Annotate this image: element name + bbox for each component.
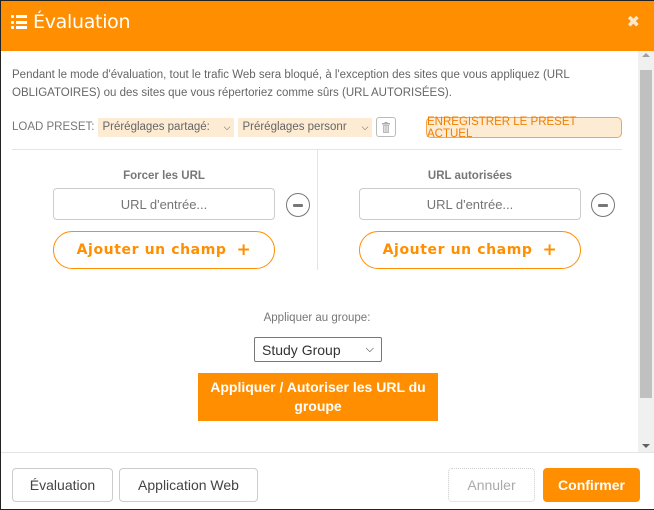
modal-footer: Évaluation Application Web Annuler Confi… (1, 452, 654, 509)
load-preset-label: LOAD PRESET: (12, 121, 95, 133)
cancel-button[interactable]: Annuler (448, 468, 535, 502)
group-select[interactable]: Study Group ⌵ (254, 337, 382, 362)
intro-text: Pendant le mode d'évaluation, tout le tr… (12, 69, 570, 99)
shared-presets-select[interactable]: Préréglages partagé: ⌵ (98, 117, 235, 137)
list-icon (11, 15, 27, 29)
confirm-button[interactable]: Confirmer (543, 468, 640, 502)
add-allowed-url-field-button[interactable]: Ajouter un champ + (359, 231, 581, 269)
force-urls-title: Forcer les URL (123, 170, 205, 182)
force-url-input[interactable] (53, 188, 275, 220)
group-select-value: Study Group (262, 341, 341, 358)
web-application-tab-button[interactable]: Application Web (119, 468, 258, 502)
plus-icon: + (542, 240, 558, 260)
chevron-down-icon: ⌵ (223, 121, 231, 132)
apply-group-label: Appliquer au groupe: (263, 312, 371, 324)
allowed-urls-title: URL autorisées (427, 170, 513, 182)
delete-preset-button[interactable] (376, 117, 397, 137)
shared-presets-value: Préréglages partagé: (102, 121, 210, 133)
add-field-label: Ajouter un champ (382, 242, 533, 258)
chevron-down-icon: ⌵ (365, 343, 374, 355)
modal-title-wrap: Évaluation (11, 11, 131, 33)
chevron-down-icon: ⌵ (361, 121, 369, 132)
scroll-thumb[interactable] (640, 70, 652, 398)
evaluation-tab-button[interactable]: Évaluation (12, 468, 113, 502)
plus-icon: + (236, 240, 252, 260)
remove-allowed-url-button[interactable] (591, 193, 615, 217)
preset-row: LOAD PRESET: Préréglages partagé: ⌵ Prér… (12, 117, 397, 137)
scroll-down-arrow-icon[interactable] (642, 444, 650, 448)
modal-body: Pendant le mode d'évaluation, tout le tr… (1, 51, 638, 452)
modal-title: Évaluation (33, 11, 131, 33)
evaluation-modal: Évaluation ✖ Pendant le mode d'évaluatio… (0, 0, 654, 510)
scrollbar[interactable] (638, 51, 654, 452)
apply-group-urls-button[interactable]: Appliquer / Autoriser les URL du groupe (198, 373, 438, 421)
scroll-up-arrow-icon[interactable] (642, 53, 650, 57)
trash-icon (382, 121, 391, 133)
add-field-label: Ajouter un champ (76, 242, 227, 258)
remove-force-url-button[interactable] (286, 193, 310, 217)
personal-presets-value: Préréglages personr (242, 121, 347, 133)
modal-header: Évaluation ✖ (1, 0, 654, 51)
allowed-url-input[interactable] (359, 188, 581, 220)
add-force-url-field-button[interactable]: Ajouter un champ + (53, 231, 275, 269)
personal-presets-select[interactable]: Préréglages personr ⌵ (238, 117, 373, 137)
save-current-preset-button[interactable]: ENREGISTRER LE PRESET ACTUEL (426, 116, 622, 140)
column-divider (317, 150, 318, 270)
close-icon[interactable]: ✖ (627, 12, 640, 32)
